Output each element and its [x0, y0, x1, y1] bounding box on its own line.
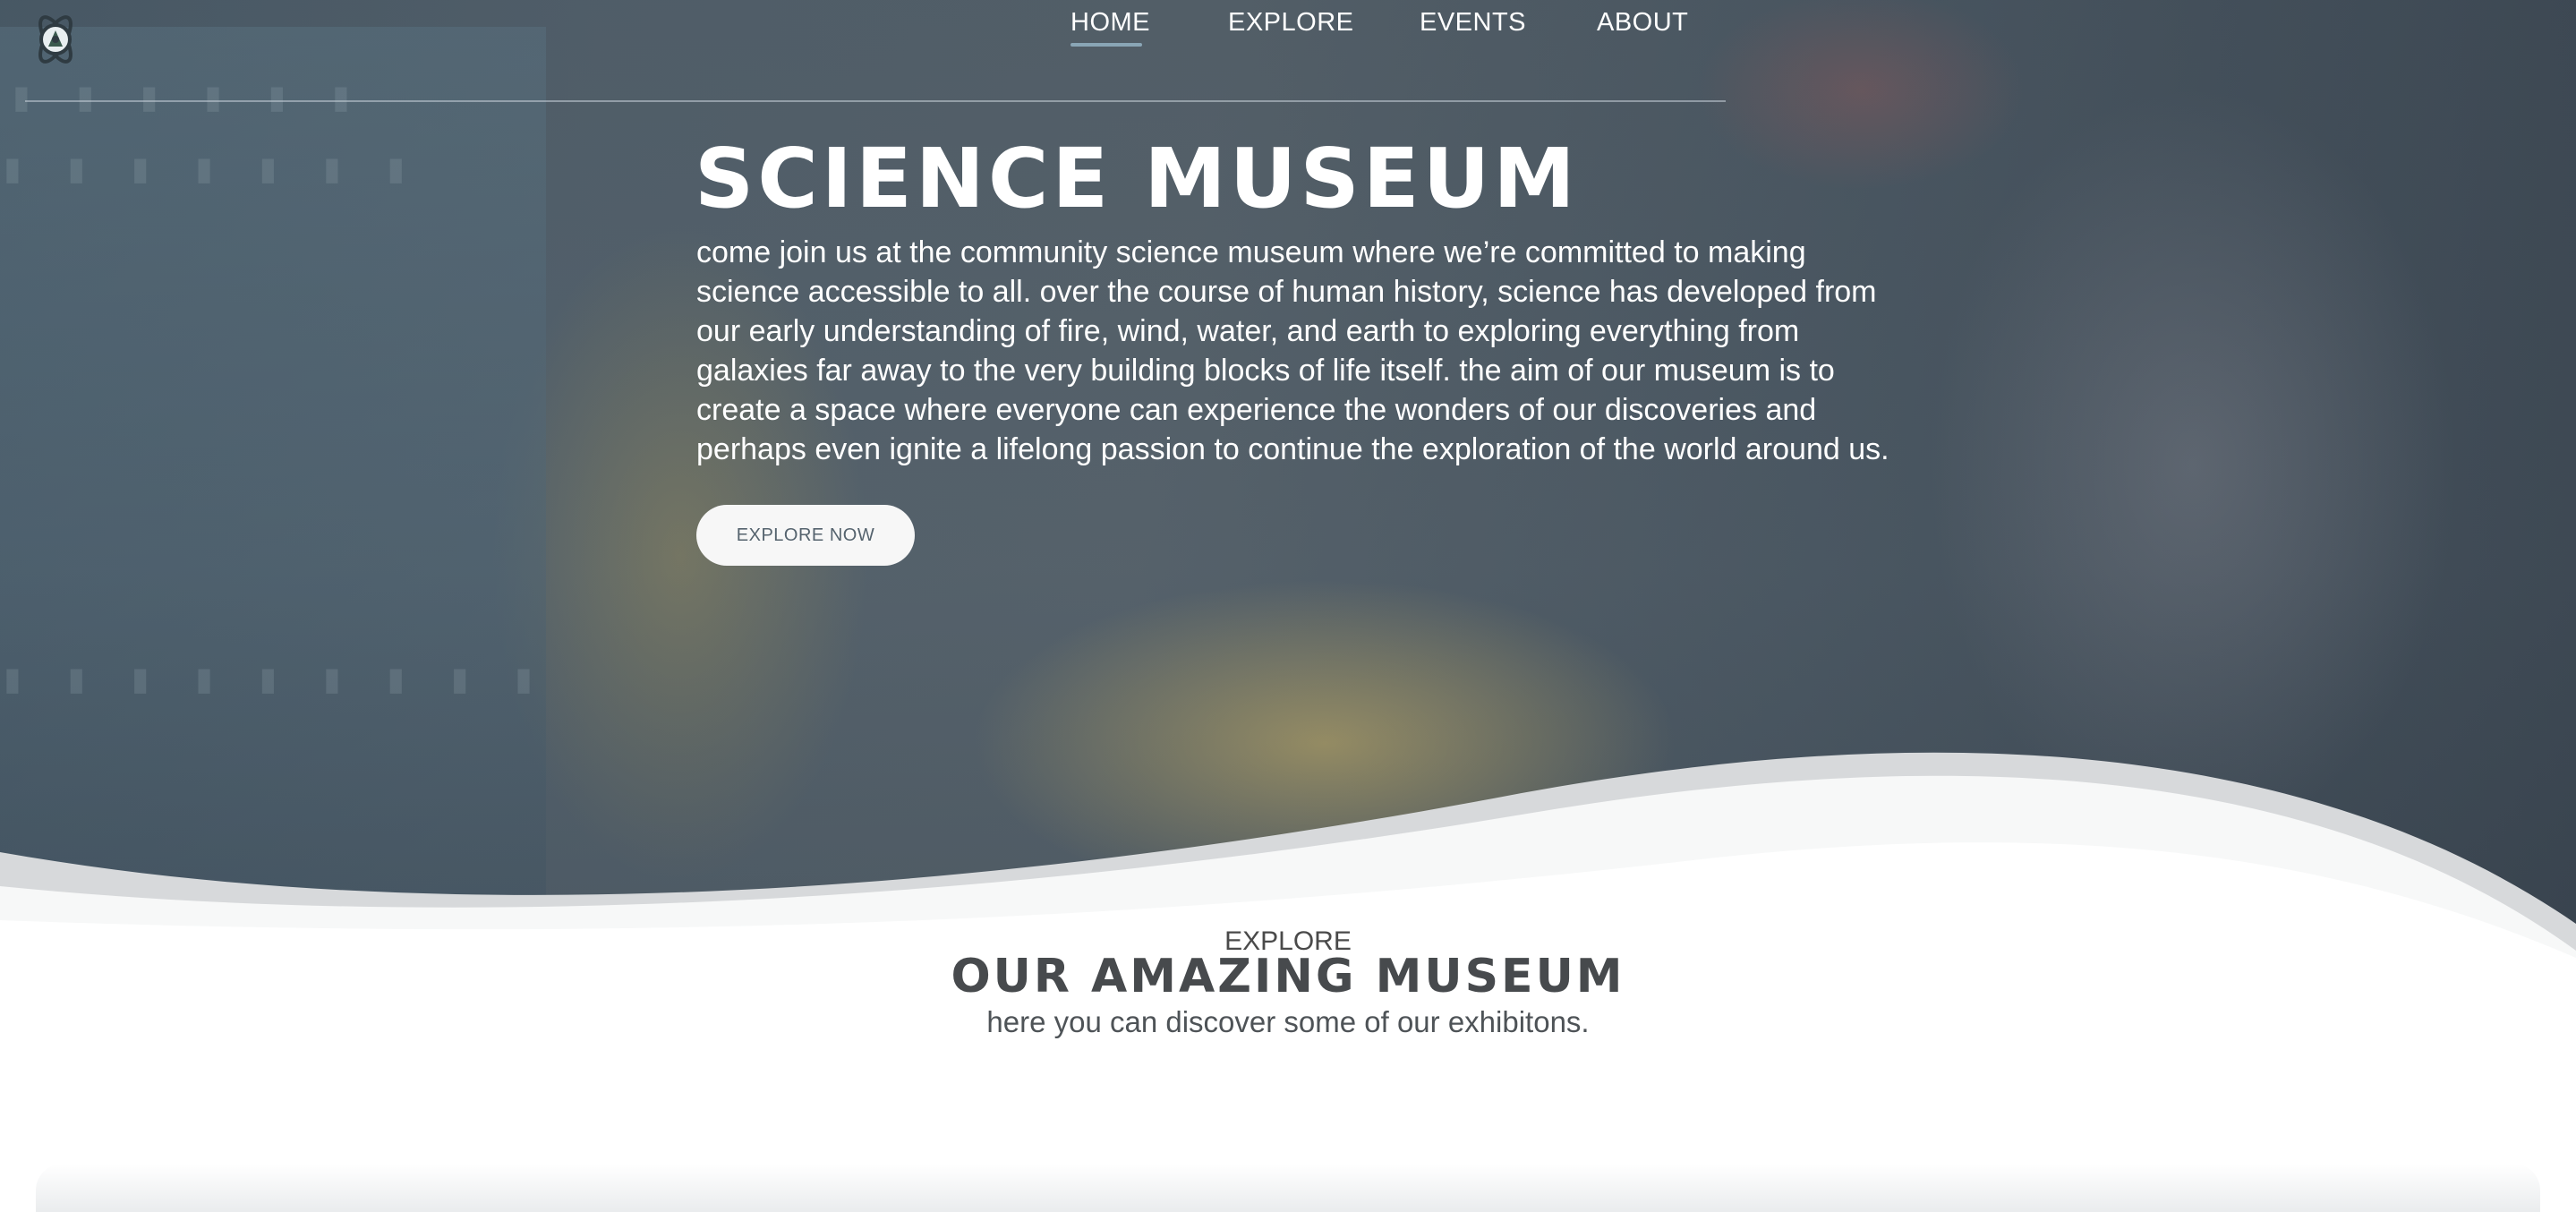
exhibit-cards-top-edge [36, 1164, 2540, 1212]
explore-now-button[interactable]: EXPLORE NOW [696, 505, 915, 566]
nav-divider [25, 100, 1726, 102]
section-title: OUR AMAZING MUSEUM [951, 950, 1625, 1003]
hero-title: SCIENCE MUSEUM [695, 131, 1579, 226]
section-subtitle: here you can discover some of our exhibi… [986, 1005, 1590, 1038]
nav-home[interactable]: HOME [1070, 7, 1150, 47]
nav-explore[interactable]: EXPLORE [1228, 7, 1353, 47]
nav-about[interactable]: ABOUT [1597, 7, 1688, 47]
nav-events[interactable]: EVENTS [1420, 7, 1526, 47]
hero-description: come join us at the community science mu… [696, 235, 1889, 466]
main-nav: HOME EXPLORE EVENTS ABOUT [0, 7, 2576, 52]
page: ▮ ▮ ▮ ▮ ▮ ▮ ▮ ▮ ▮ ▮ ▮ ▮ ▮ ▮ ▮ ▮ ▮ ▮ ▮ ▮ … [0, 0, 2576, 1212]
